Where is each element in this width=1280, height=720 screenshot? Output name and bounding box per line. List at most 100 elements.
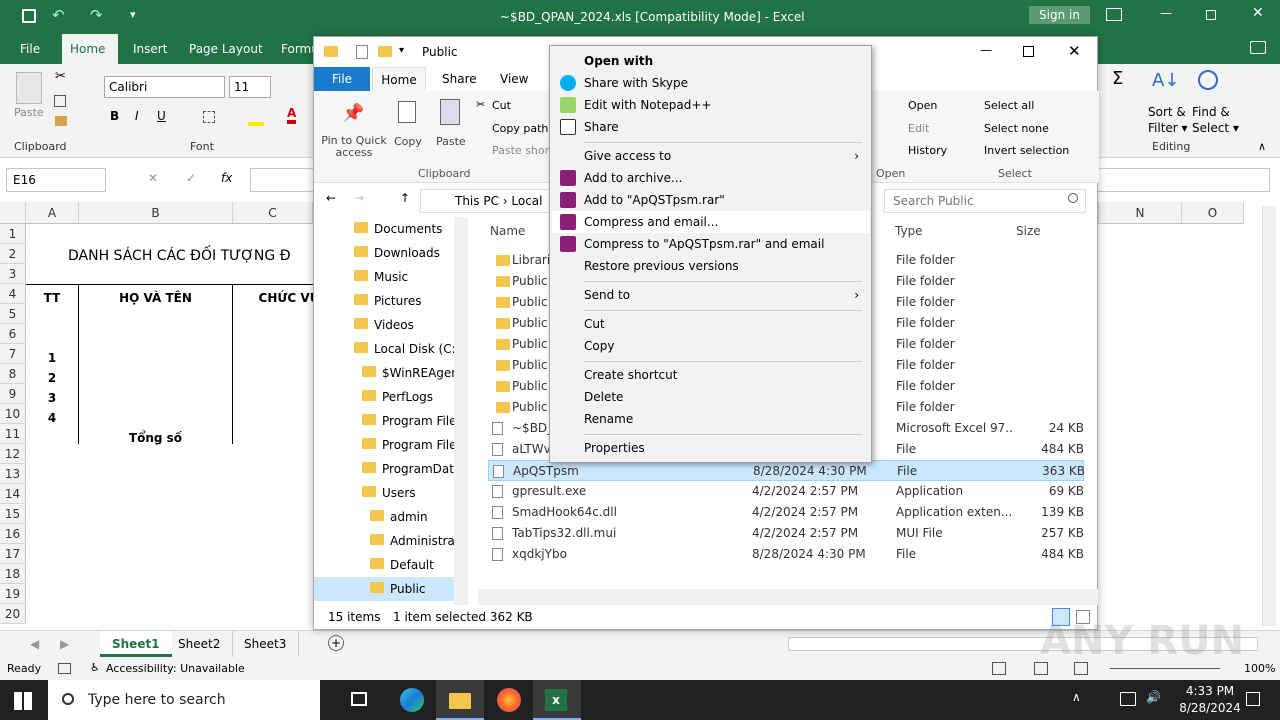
cell-total[interactable]: Tổng số	[79, 428, 232, 448]
nav-item[interactable]: Program Files	[314, 433, 463, 457]
type-column-header[interactable]: Type	[895, 224, 923, 238]
row-header[interactable]: 16	[0, 524, 26, 544]
search-box[interactable]: Search Public	[884, 189, 1086, 213]
row-header[interactable]: 6	[0, 324, 26, 344]
collapse-ribbon-icon[interactable]: ∧	[1258, 140, 1266, 153]
row-header[interactable]: 15	[0, 504, 26, 524]
select-none-button[interactable]: Select none	[984, 122, 1049, 135]
menu-edit-notepad[interactable]: Edit with Notepad++	[552, 94, 869, 116]
borders-icon[interactable]	[203, 111, 215, 123]
file-row[interactable]: TabTips32.dll.mui 4/2/2024 2:57 PM MUI Fil…	[488, 523, 1084, 544]
file-list-hscroll[interactable]	[478, 589, 1098, 605]
accessibility-icon[interactable]: ♿	[90, 661, 100, 674]
sheet-tab-2[interactable]: Sheet2	[166, 631, 234, 657]
menu-create-shortcut[interactable]: Create shortcut	[552, 364, 869, 386]
nav-item[interactable]: Default	[314, 553, 454, 577]
nav-item[interactable]: Videos	[314, 313, 454, 337]
column-header-c[interactable]: C	[233, 202, 313, 224]
show-hidden-icons[interactable]: ∧	[1072, 690, 1081, 704]
nav-item[interactable]: Downloads	[314, 241, 454, 265]
row-header[interactable]: 7	[0, 344, 26, 364]
file-row[interactable]: gpresult.exe 4/2/2024 2:57 PM Application 6…	[488, 481, 1084, 502]
zoom-slider[interactable]	[1110, 668, 1220, 669]
explorer-close-icon[interactable]: ✕	[1068, 42, 1081, 60]
status-accessibility[interactable]: Accessibility: Unavailable	[106, 662, 245, 675]
pin-quick-access-button[interactable]: Pin to Quick access	[318, 135, 390, 159]
row-header[interactable]: 11	[0, 424, 26, 444]
breadcrumb-local[interactable]: Local	[511, 194, 542, 208]
cell-a10[interactable]: 4	[26, 408, 78, 428]
sign-in-button[interactable]: Sign in	[1029, 6, 1090, 24]
file-row[interactable]: ApQSTpsm 8/28/2024 4:30 PM File 363 KB	[488, 460, 1085, 481]
row-header[interactable]: 12	[0, 444, 26, 464]
format-painter-icon[interactable]	[55, 116, 67, 126]
undo-icon[interactable]: ↶	[52, 6, 65, 24]
network-icon[interactable]	[1120, 692, 1136, 706]
nav-item[interactable]: ProgramData	[314, 457, 461, 481]
underline-button[interactable]: U	[157, 109, 166, 123]
copy-icon[interactable]	[54, 95, 66, 107]
file-row[interactable]: xqdkjYbo 8/28/2024 4:30 PM File 484 KB	[488, 544, 1084, 565]
menu-delete[interactable]: Delete	[552, 386, 869, 408]
nav-item[interactable]: Public	[314, 577, 454, 601]
nav-item[interactable]: Music	[314, 265, 454, 289]
new-folder-qat-icon[interactable]	[378, 46, 392, 57]
cell-a8[interactable]: 2	[26, 368, 78, 388]
menu-share-skype[interactable]: Share with Skype	[552, 72, 869, 94]
clock-date[interactable]: 8/28/2024	[1172, 701, 1248, 715]
nav-scrollbar[interactable]	[454, 217, 468, 605]
comments-icon[interactable]	[1250, 41, 1266, 54]
menu-copy[interactable]: Copy	[552, 335, 869, 357]
menu-share[interactable]: Share	[552, 116, 869, 138]
open-button[interactable]: Open	[908, 99, 937, 112]
cell-tt-header[interactable]: TT	[26, 288, 78, 308]
explorer-tab-file[interactable]: File	[314, 67, 370, 91]
sheet-tab-3[interactable]: Sheet3	[232, 631, 300, 657]
row-header[interactable]: 13	[0, 464, 26, 484]
next-sheet-icon[interactable]: ▶	[60, 637, 69, 651]
start-icon[interactable]	[14, 692, 32, 710]
cancel-icon[interactable]: ✕	[148, 171, 158, 185]
row-header[interactable]: 9	[0, 384, 26, 404]
font-size-dropdown[interactable]: 11	[229, 76, 271, 98]
nav-item[interactable]: Documents	[314, 217, 454, 241]
bold-button[interactable]: B	[110, 109, 119, 123]
paste-large-icon[interactable]	[440, 99, 460, 125]
menu-give-access[interactable]: Give access to ›	[552, 145, 869, 167]
nav-item[interactable]: PerfLogs	[314, 385, 454, 409]
task-view-icon[interactable]	[351, 692, 367, 706]
row-header[interactable]: 5	[0, 304, 26, 324]
cut-icon[interactable]: ✂	[55, 69, 66, 84]
properties-qat-icon[interactable]	[356, 45, 368, 59]
row-header[interactable]: 19	[0, 584, 26, 604]
save-icon[interactable]	[22, 9, 36, 23]
row-header[interactable]: 17	[0, 544, 26, 564]
edit-button[interactable]: Edit	[908, 122, 929, 135]
row-header[interactable]: 3	[0, 264, 26, 284]
tab-file[interactable]: File	[12, 34, 48, 64]
paste-icon[interactable]	[16, 72, 42, 104]
enter-icon[interactable]: ✓	[186, 171, 196, 185]
cell-a9[interactable]: 3	[26, 388, 78, 408]
font-color-icon[interactable]: A	[287, 106, 297, 124]
copy-path-button[interactable]: Copy path	[492, 122, 548, 135]
nav-item[interactable]: Administrat	[314, 529, 460, 553]
restore-icon[interactable]	[1206, 10, 1216, 20]
minimize-icon[interactable]: —	[1160, 6, 1172, 20]
sheet-title-cell[interactable]: DANH SÁCH CÁC ĐỐI TƯỢNG Đ	[26, 244, 314, 264]
back-icon[interactable]: ←	[326, 191, 336, 205]
menu-send-to[interactable]: Send to ›	[552, 284, 869, 306]
tab-page-layout[interactable]: Page Layout	[181, 34, 271, 64]
excel-taskbar-icon[interactable]: x	[533, 680, 581, 720]
add-sheet-icon[interactable]: +	[328, 635, 344, 651]
copy-large-icon[interactable]	[398, 101, 416, 123]
row-header[interactable]: 14	[0, 484, 26, 504]
select-all-corner[interactable]	[0, 202, 26, 224]
nav-item[interactable]: Program Files	[314, 409, 463, 433]
nav-item[interactable]: Users	[314, 481, 454, 505]
normal-view-icon[interactable]	[992, 662, 1006, 675]
macro-icon[interactable]	[58, 663, 71, 674]
breadcrumb-this-pc[interactable]: This PC	[455, 194, 499, 208]
prev-sheet-icon[interactable]: ◀	[30, 637, 39, 651]
column-header-a[interactable]: A	[26, 202, 79, 224]
